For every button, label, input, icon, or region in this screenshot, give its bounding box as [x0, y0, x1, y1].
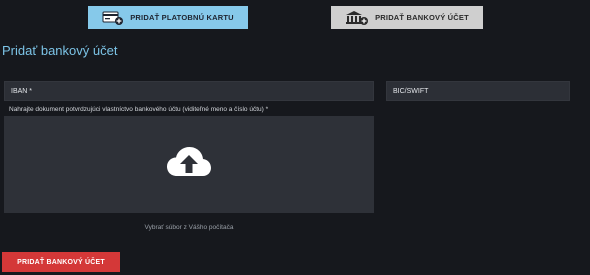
cloud-upload-icon: [165, 144, 213, 185]
bank-add-icon: [345, 10, 369, 25]
file-dropzone[interactable]: [4, 116, 374, 213]
tab-add-bank-account[interactable]: PRIDAŤ BANKOVÝ ÚČET: [331, 6, 483, 29]
upload-label: Nahrajte dokument potvrdzujúci vlastníct…: [9, 106, 269, 113]
page-title: Pridať bankový účet: [2, 43, 118, 58]
credit-card-add-icon: [102, 11, 124, 25]
iban-label: IBAN *: [11, 87, 33, 95]
tab-add-payment-card[interactable]: PRIDAŤ PLATOBNÚ KARTU: [88, 6, 248, 29]
bic-swift-label: BIC/SWIFT: [393, 87, 429, 95]
choose-file-link[interactable]: Vybrať súbor z Vášho počítača: [4, 224, 374, 231]
tab-add-bank-account-label: PRIDAŤ BANKOVÝ ÚČET: [375, 13, 469, 22]
add-bank-account-button[interactable]: PRIDAŤ BANKOVÝ ÚČET: [2, 252, 120, 272]
bic-swift-field[interactable]: BIC/SWIFT: [386, 81, 570, 101]
iban-field[interactable]: IBAN *: [4, 81, 374, 101]
tab-add-payment-card-label: PRIDAŤ PLATOBNÚ KARTU: [130, 13, 234, 22]
